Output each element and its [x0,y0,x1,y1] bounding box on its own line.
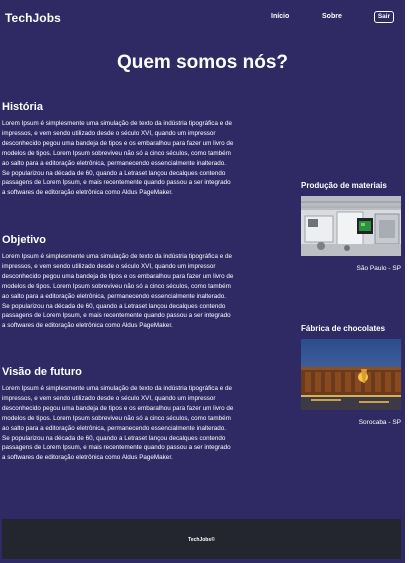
card-producao-de-materiais: Produção de materiais São Paulo - SP [301,181,401,272]
window-edge [405,0,409,563]
brand-logo[interactable]: TechJobs [5,11,61,25]
section-historia: História Lorem Ipsum é simplesmente uma … [2,101,234,198]
card-caption: São Paulo - SP [356,265,401,272]
section-visao-de-futuro: Visão de futuro Lorem Ipsum é simplesmen… [2,366,234,463]
section-heading: Objetivo [2,234,47,246]
footer: TechJobs© [2,519,401,559]
chocolate-factory-building-photo [301,339,401,410]
top-navbar: TechJobs Início Sobre Sair [0,0,405,36]
logout-button[interactable]: Sair [374,11,394,23]
section-body: Lorem Ipsum é simplesmente uma simulação… [2,385,234,462]
nav-link-sobre[interactable]: Sobre [322,13,342,20]
card-caption: Sorocaba - SP [358,419,401,426]
card-title: Fábrica de chocolates [301,324,386,333]
footer-copyright: TechJobs© [188,537,215,543]
card-fabrica-de-chocolates: Fábrica de chocolates Sorocaba - SP [301,324,401,426]
section-body: Lorem Ipsum é simplesmente uma simulação… [2,120,234,197]
section-heading: História [2,101,43,113]
factory-machinery-photo [301,196,401,256]
section-body: Lorem Ipsum é simplesmente uma simulação… [2,253,234,330]
card-title: Produção de materiais [301,181,387,190]
page-title: Quem somos nós? [116,52,289,73]
section-heading: Visão de futuro [2,366,82,378]
nav-link-inicio[interactable]: Início [271,13,289,20]
page: TechJobs Início Sobre Sair Quem somos nó… [0,0,405,563]
section-objetivo: Objetivo Lorem Ipsum é simplesmente uma … [2,234,234,331]
